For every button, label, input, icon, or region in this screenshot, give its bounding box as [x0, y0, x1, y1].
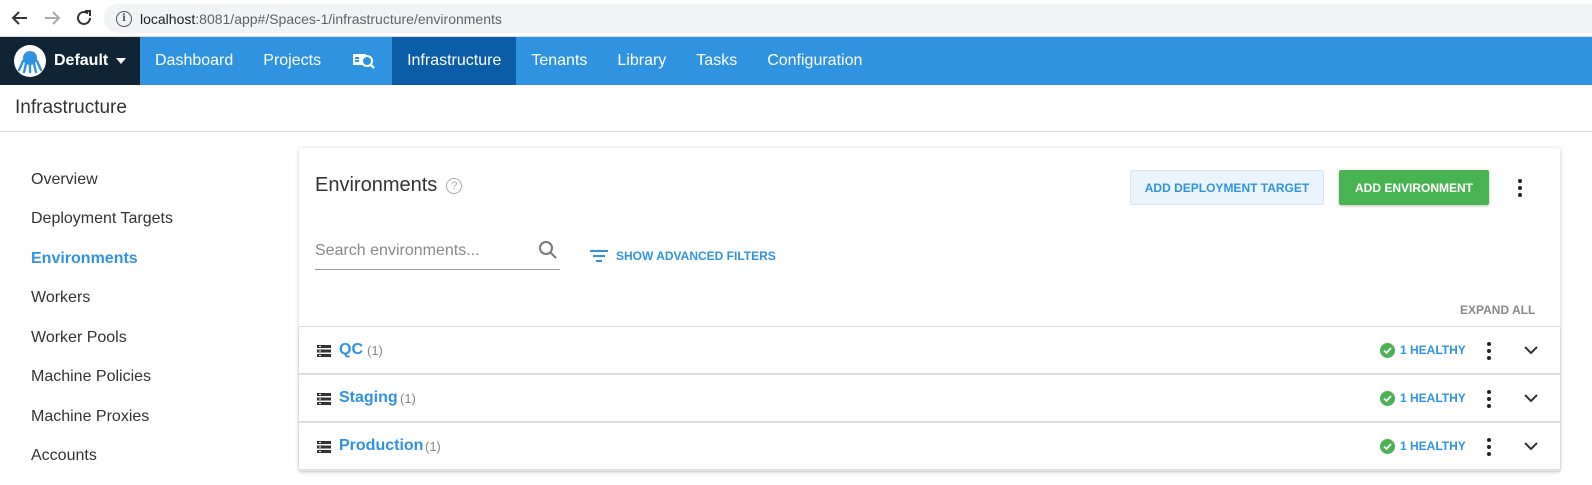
section-title: Environments ?	[315, 174, 463, 197]
page-overflow-menu-icon[interactable]	[1512, 176, 1528, 200]
environment-count: (1)	[425, 438, 441, 454]
sidebar-item-deployment-targets[interactable]: Deployment Targets	[0, 200, 290, 240]
check-circle-icon	[1380, 438, 1395, 454]
sidebar-item-worker-pools[interactable]: Worker Pools	[0, 318, 290, 358]
expand-all-button[interactable]: EXPAND ALL	[1460, 303, 1535, 317]
address-bar[interactable]: i localhost:8081/app#/Spaces-1/infrastru…	[104, 4, 1592, 33]
environment-count: (1)	[400, 390, 416, 406]
chevron-down-icon[interactable]	[1524, 441, 1538, 451]
nav-library[interactable]: Library	[602, 37, 681, 85]
reload-icon	[77, 10, 91, 25]
show-advanced-filters-button[interactable]: SHOW ADVANCED FILTERS	[590, 249, 776, 263]
environment-list-icon	[317, 441, 331, 453]
url-path: :8081/app#/Spaces-1/infrastructure/envir…	[195, 10, 502, 27]
octopus-logo-icon	[14, 45, 46, 77]
sidebar-item-machine-proxies[interactable]: Machine Proxies	[0, 397, 290, 437]
deployment-search-icon	[353, 54, 375, 69]
nav-projects[interactable]: Projects	[248, 37, 336, 85]
row-overflow-menu-icon[interactable]	[1481, 387, 1497, 411]
environments-card: Environments ? ADD DEPLOYMENT TARGET ADD…	[299, 148, 1560, 471]
back-button[interactable]	[4, 3, 36, 33]
check-circle-icon	[1380, 342, 1395, 358]
health-label: 1 HEALTHY	[1400, 439, 1466, 453]
sidebar: Overview Deployment Targets Environments…	[0, 160, 290, 476]
arrow-left-icon	[11, 11, 27, 25]
search-input[interactable]	[315, 236, 530, 266]
page-title: Infrastructure	[15, 97, 127, 118]
health-label: 1 HEALTHY	[1400, 391, 1466, 405]
arrow-right-icon	[45, 11, 61, 25]
health-status: 1 HEALTHY	[1380, 438, 1466, 454]
row-overflow-menu-icon[interactable]	[1481, 339, 1497, 363]
space-name: Default	[54, 52, 109, 69]
search-icon[interactable]	[538, 240, 558, 260]
space-switcher[interactable]: Default	[0, 37, 140, 85]
environment-list-icon	[317, 393, 331, 405]
sidebar-item-machine-policies[interactable]: Machine Policies	[0, 358, 290, 398]
search-field	[315, 236, 560, 270]
environment-name[interactable]: Production	[339, 437, 423, 455]
environment-row-qc[interactable]: QC (1) 1 HEALTHY	[299, 326, 1560, 374]
health-status: 1 HEALTHY	[1380, 342, 1466, 358]
browser-toolbar: i localhost:8081/app#/Spaces-1/infrastru…	[0, 0, 1592, 37]
info-icon[interactable]: i	[116, 10, 132, 27]
environment-list-icon	[317, 345, 331, 357]
url-host: localhost	[140, 10, 196, 27]
environment-name[interactable]: Staging	[339, 389, 398, 407]
health-label: 1 HEALTHY	[1400, 343, 1466, 357]
nav-dashboard[interactable]: Dashboard	[140, 37, 248, 85]
environment-count: (1)	[367, 342, 383, 358]
environments-heading: Environments	[315, 174, 438, 196]
add-deployment-target-button[interactable]: ADD DEPLOYMENT TARGET	[1130, 170, 1324, 205]
top-navigation: Default Dashboard Projects Infrastructur…	[0, 37, 1592, 85]
health-status: 1 HEALTHY	[1380, 390, 1466, 406]
sidebar-item-overview[interactable]: Overview	[0, 160, 290, 200]
help-icon[interactable]: ?	[446, 177, 463, 194]
chevron-down-icon[interactable]	[1524, 393, 1538, 403]
row-overflow-menu-icon[interactable]	[1481, 435, 1497, 459]
filter-icon	[590, 250, 608, 262]
sidebar-item-environments[interactable]: Environments	[0, 239, 290, 279]
nav-search-button[interactable]	[336, 37, 392, 85]
nav-infrastructure[interactable]: Infrastructure	[392, 37, 517, 85]
filters-label: SHOW ADVANCED FILTERS	[616, 249, 776, 263]
caret-down-icon	[116, 58, 127, 64]
add-environment-button[interactable]: ADD ENVIRONMENT	[1339, 170, 1489, 205]
page-header: Infrastructure	[0, 85, 1592, 132]
environment-name[interactable]: QC	[339, 341, 363, 359]
nav-tenants[interactable]: Tenants	[516, 37, 602, 85]
sidebar-item-accounts[interactable]: Accounts	[0, 437, 290, 477]
reload-button[interactable]	[68, 3, 100, 33]
nav-tasks[interactable]: Tasks	[681, 37, 752, 85]
sidebar-item-workers[interactable]: Workers	[0, 279, 290, 319]
chevron-down-icon[interactable]	[1524, 345, 1538, 355]
environment-row-production[interactable]: Production (1) 1 HEALTHY	[299, 422, 1560, 470]
forward-button[interactable]	[36, 3, 68, 33]
check-circle-icon	[1380, 390, 1395, 406]
environment-row-staging[interactable]: Staging (1) 1 HEALTHY	[299, 374, 1560, 422]
nav-configuration[interactable]: Configuration	[752, 37, 877, 85]
